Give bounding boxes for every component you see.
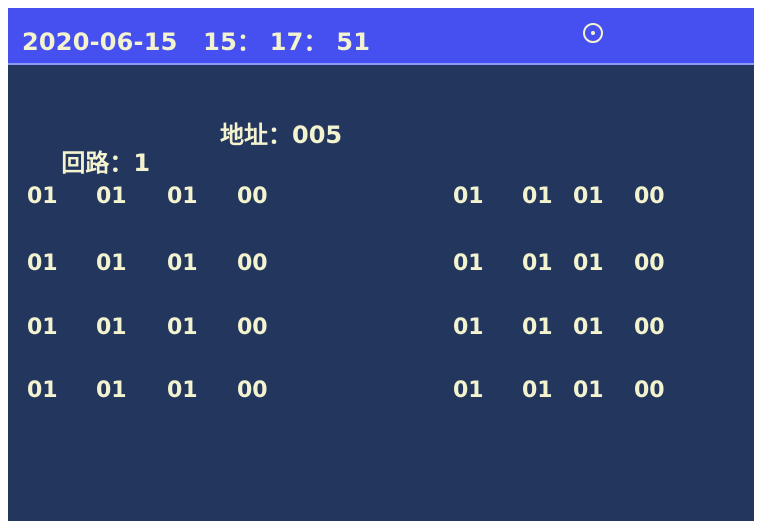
data-value-cell: 01	[522, 378, 553, 403]
data-value-cell: 01	[453, 315, 484, 340]
data-value-cell: 00	[634, 378, 665, 403]
data-value-cell: 01	[573, 315, 604, 340]
data-value-cell: 01	[27, 184, 58, 209]
data-value-cell: 01	[27, 378, 58, 403]
data-value-cell: 01	[96, 378, 127, 403]
data-value-cell: 01	[27, 251, 58, 276]
data-value-cell: 00	[237, 378, 268, 403]
data-grid: 01 01 01 00 01 01 01 00 01 01 01 00 01 01 01 00 01 01 01 00…	[8, 8, 754, 521]
data-value-cell: 01	[27, 315, 58, 340]
data-value-cell: 01	[167, 251, 198, 276]
data-value-cell: 01	[573, 251, 604, 276]
data-value-cell: 00	[634, 184, 665, 209]
device-screen: 2020-06-15 15： 17： 51 回路：1 地址：005 01 01 01…	[8, 8, 754, 521]
data-value-cell: 01	[96, 184, 127, 209]
data-value-cell: 01	[522, 315, 553, 340]
data-value-cell: 01	[167, 315, 198, 340]
data-value-cell: 01	[453, 184, 484, 209]
data-value-cell: 01	[573, 378, 604, 403]
data-value-cell: 00	[237, 315, 268, 340]
data-value-cell: 01	[522, 184, 553, 209]
data-value-cell: 00	[237, 184, 268, 209]
data-value-cell: 01	[96, 251, 127, 276]
data-value-cell: 01	[453, 378, 484, 403]
data-value-cell: 01	[573, 184, 604, 209]
data-value-cell: 01	[96, 315, 127, 340]
data-value-cell: 00	[237, 251, 268, 276]
data-value-cell: 01	[167, 378, 198, 403]
data-value-cell: 01	[522, 251, 553, 276]
data-value-cell: 00	[634, 315, 665, 340]
data-value-cell: 01	[167, 184, 198, 209]
data-value-cell: 01	[453, 251, 484, 276]
data-value-cell: 00	[634, 251, 665, 276]
